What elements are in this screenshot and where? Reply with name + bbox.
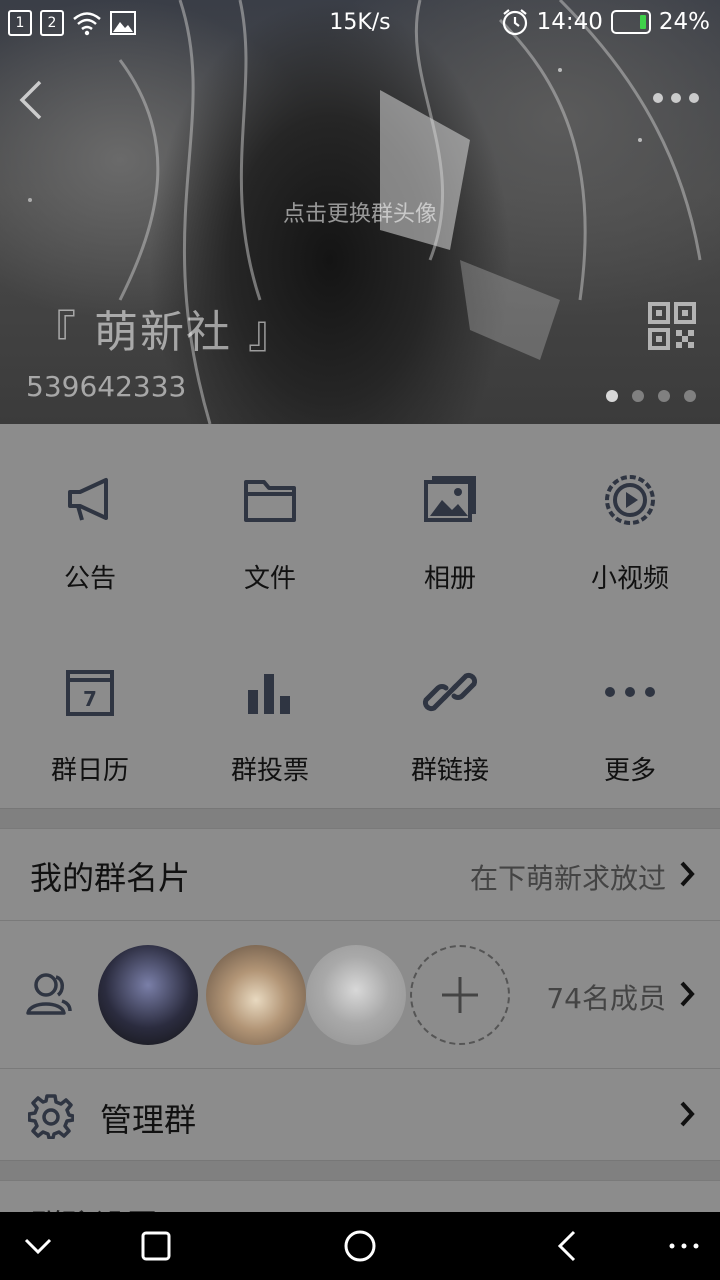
calendar-icon: 7 bbox=[66, 670, 114, 716]
chevron-right-icon bbox=[680, 1101, 695, 1127]
feature-calendar[interactable]: 7 群日历 bbox=[0, 616, 180, 808]
group-id: 539642333 bbox=[26, 370, 187, 403]
qr-code-icon[interactable] bbox=[648, 302, 696, 350]
group-profile-screen: 1 2 15K/s 14:40 24% 点击更换群头像 『 萌新社 』 5396… bbox=[0, 0, 720, 1280]
feature-announcement[interactable]: 公告 bbox=[0, 424, 180, 616]
section-divider bbox=[0, 1160, 720, 1180]
battery-icon bbox=[610, 10, 651, 34]
feature-vote[interactable]: 群投票 bbox=[180, 616, 360, 808]
section-divider bbox=[0, 808, 720, 828]
my-group-card-row[interactable]: 我的群名片 在下萌新求放过 bbox=[0, 828, 720, 920]
feature-label: 更多 bbox=[603, 756, 656, 786]
feature-label: 群链接 bbox=[410, 756, 489, 786]
carousel-dot bbox=[684, 390, 696, 402]
group-name: 『 萌新社 』 bbox=[32, 307, 294, 358]
member-count: 74名成员 bbox=[546, 982, 666, 1015]
gear-icon bbox=[28, 1094, 74, 1139]
chevron-right-icon bbox=[680, 861, 695, 887]
feature-label: 公告 bbox=[63, 564, 116, 594]
collapse-down-icon[interactable] bbox=[20, 1230, 56, 1262]
more-options-icon[interactable] bbox=[648, 86, 704, 110]
members-row[interactable]: 74名成员 bbox=[0, 920, 720, 1068]
feature-label: 小视频 bbox=[590, 564, 669, 594]
feature-label: 相册 bbox=[423, 564, 476, 594]
folder-icon bbox=[244, 480, 296, 522]
manage-group-row[interactable]: 管理群 bbox=[0, 1068, 720, 1160]
plus-icon bbox=[442, 977, 478, 1013]
vote-icon bbox=[248, 674, 290, 714]
home-icon[interactable] bbox=[342, 1230, 378, 1262]
system-navigation-bar bbox=[0, 1212, 720, 1280]
members-icon bbox=[26, 973, 72, 1015]
group-card-value: 在下萌新求放过 bbox=[469, 862, 666, 895]
member-avatar[interactable] bbox=[306, 945, 406, 1045]
carousel-dot bbox=[606, 390, 618, 402]
change-avatar-hint[interactable]: 点击更换群头像 bbox=[0, 196, 720, 228]
link-icon bbox=[422, 672, 478, 712]
announcement-icon bbox=[68, 478, 108, 521]
status-bar: 1 2 15K/s 14:40 24% bbox=[0, 0, 720, 48]
feature-link[interactable]: 群链接 bbox=[360, 616, 540, 808]
svg-text:7: 7 bbox=[83, 687, 97, 711]
group-card-title: 我的群名片 bbox=[30, 859, 191, 897]
back-icon[interactable] bbox=[550, 1230, 586, 1262]
alarm-icon bbox=[502, 9, 527, 36]
carousel-dot bbox=[658, 390, 670, 402]
carousel-dot bbox=[632, 390, 644, 402]
album-icon bbox=[424, 476, 476, 522]
battery-percent: 24% bbox=[658, 9, 710, 35]
manage-group-title: 管理群 bbox=[100, 1101, 197, 1139]
chevron-right-icon bbox=[680, 981, 695, 1007]
video-icon bbox=[605, 475, 655, 525]
clock: 14:40 bbox=[536, 9, 603, 35]
feature-short-video[interactable]: 小视频 bbox=[540, 424, 720, 616]
carousel-indicator bbox=[606, 390, 696, 402]
back-arrow-icon[interactable] bbox=[16, 78, 46, 122]
group-header-image[interactable]: 1 2 15K/s 14:40 24% 点击更换群头像 『 萌新社 』 5396… bbox=[0, 0, 720, 424]
add-member-button[interactable] bbox=[410, 945, 510, 1045]
recent-apps-icon[interactable] bbox=[138, 1230, 174, 1262]
member-avatar[interactable] bbox=[98, 945, 198, 1045]
feature-more[interactable]: 更多 bbox=[540, 616, 720, 808]
feature-label: 群投票 bbox=[230, 756, 309, 786]
feature-files[interactable]: 文件 bbox=[180, 424, 360, 616]
menu-dots-icon[interactable] bbox=[666, 1230, 702, 1262]
feature-album[interactable]: 相册 bbox=[360, 424, 540, 616]
feature-label: 群日历 bbox=[50, 756, 129, 786]
member-avatar[interactable] bbox=[206, 945, 306, 1045]
more-dots-icon bbox=[605, 687, 655, 697]
feature-label: 文件 bbox=[243, 564, 296, 594]
feature-grid: 公告 文件 相册 小视频 7 群日历 群投票 群链接 更多 bbox=[0, 424, 720, 808]
